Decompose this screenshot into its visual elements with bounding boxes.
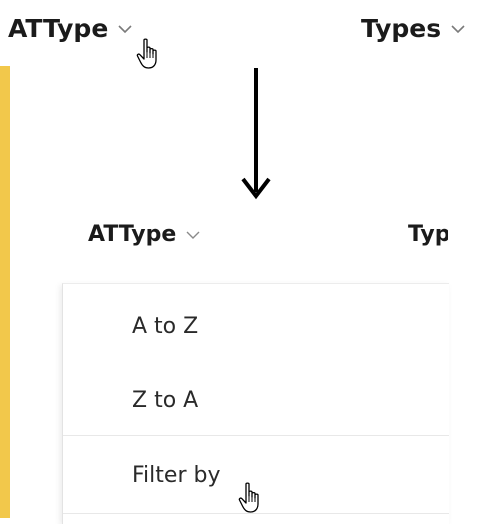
column-header-label: ATType [8, 14, 109, 43]
menu-divider [63, 435, 449, 436]
arrow-down-icon [238, 66, 274, 202]
menu-item-sort-z-to-a[interactable]: Z to A [63, 372, 449, 428]
menu-item-label: Filter by [132, 462, 221, 488]
column-header-types[interactable]: Types [408, 222, 448, 247]
chevron-down-icon[interactable] [186, 228, 200, 242]
column-header-attype[interactable]: ATType [88, 222, 200, 247]
column-header-types[interactable]: Types [361, 14, 465, 43]
column-header-label: Types [408, 222, 448, 247]
hand-pointer-icon [136, 38, 162, 70]
hand-pointer-icon [238, 482, 264, 514]
menu-item-sort-a-to-z[interactable]: A to Z [63, 298, 449, 354]
selection-accent-bar [0, 66, 10, 518]
menu-item-label: Z to A [132, 387, 199, 413]
column-header-attype[interactable]: ATType [8, 14, 132, 43]
column-header-label: ATType [88, 222, 177, 247]
chevron-down-icon[interactable] [451, 22, 465, 36]
column-header-label: Types [361, 14, 442, 43]
chevron-down-icon[interactable] [118, 22, 132, 36]
menu-item-label: A to Z [132, 313, 199, 339]
